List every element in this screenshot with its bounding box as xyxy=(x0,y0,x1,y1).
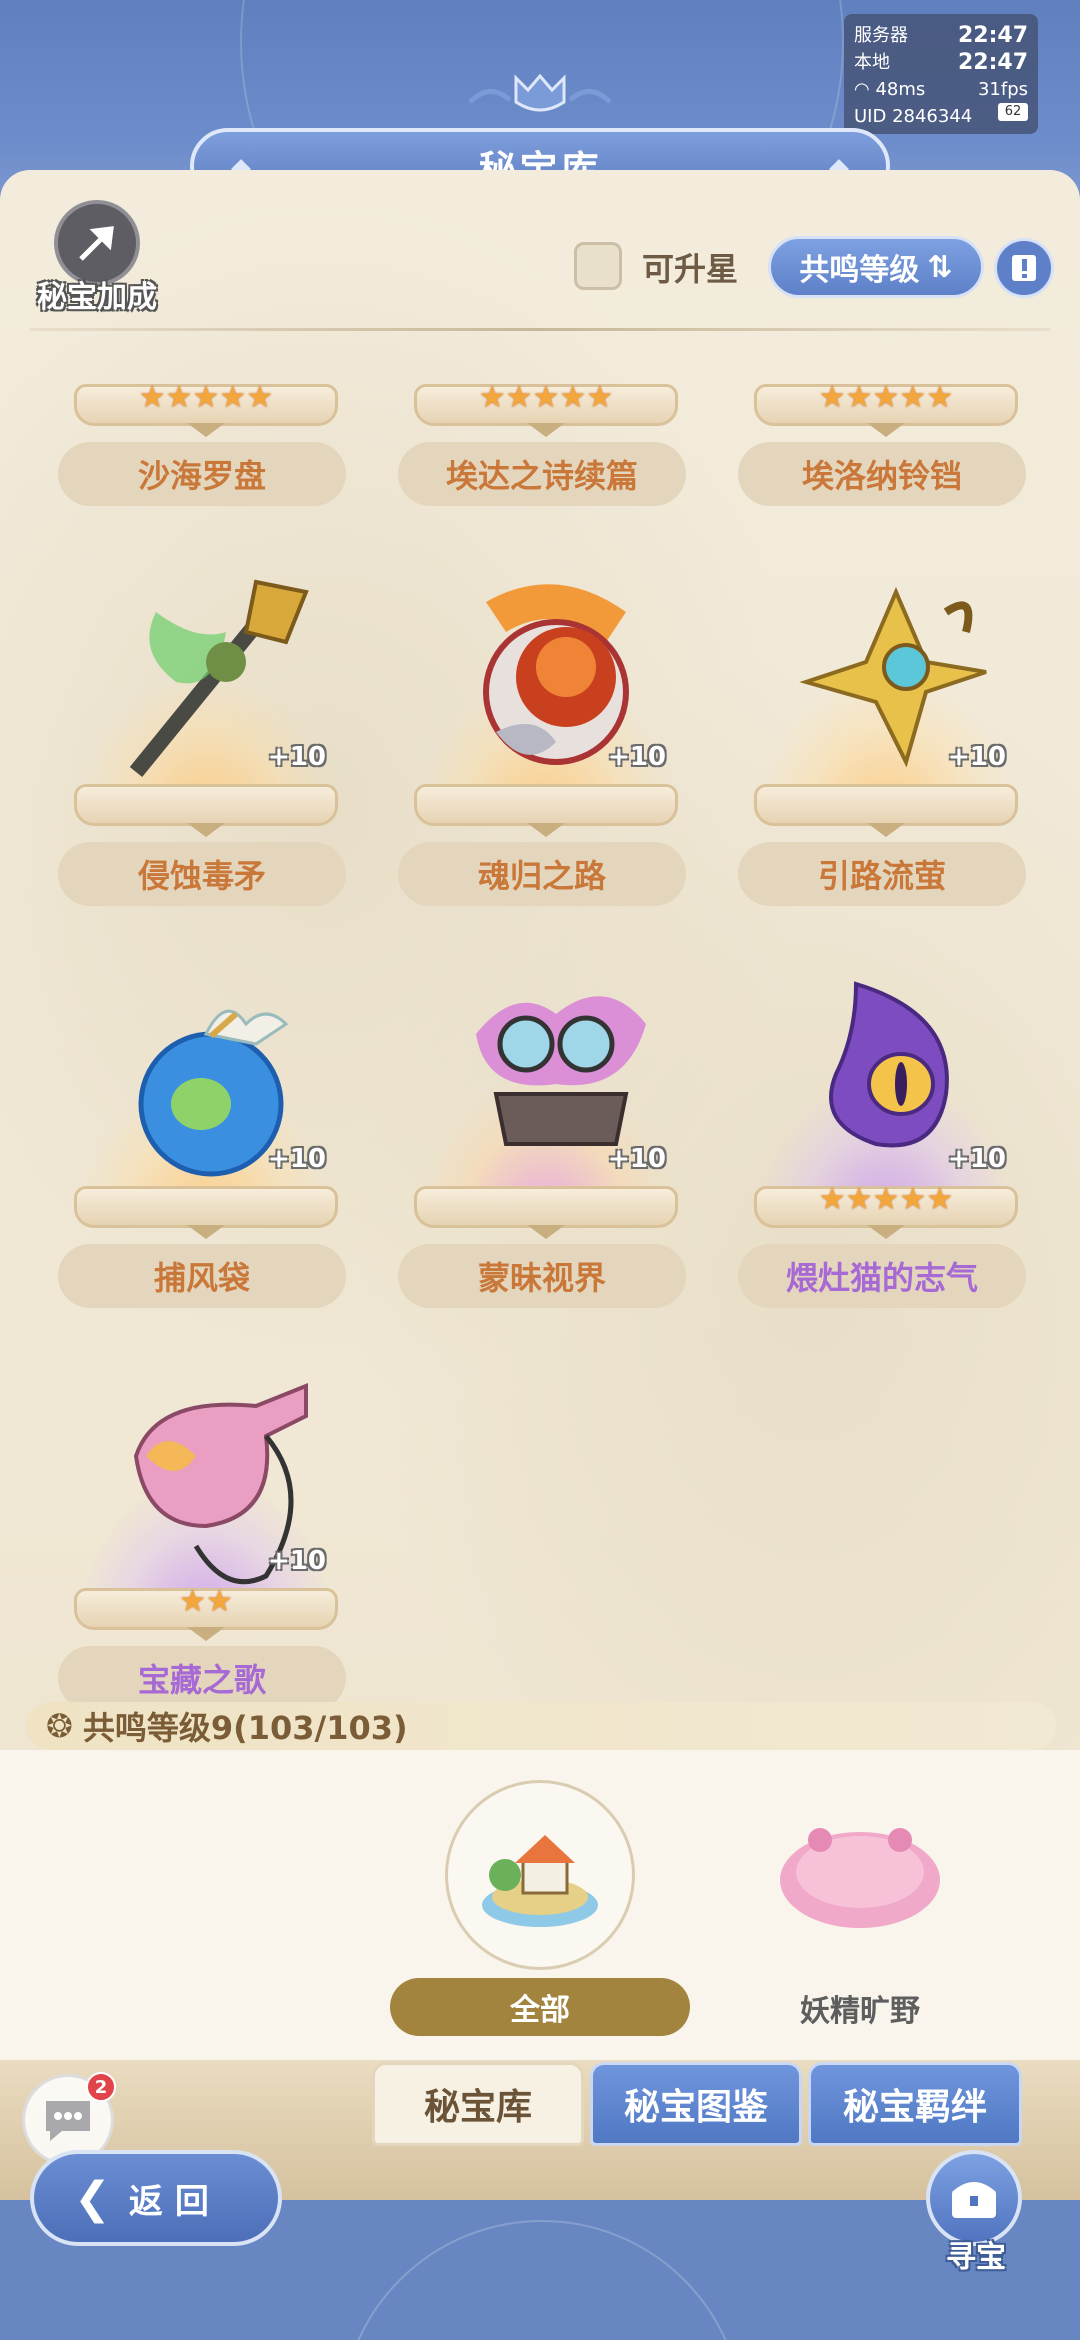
fps-value: 31fps xyxy=(977,79,1028,100)
treasure-name: 埃达之诗续篇 xyxy=(398,442,686,506)
pedestal xyxy=(414,1186,678,1228)
treasure-name: 蒙昧视界 xyxy=(398,1244,686,1308)
tab-treasure-bond[interactable]: 秘宝羁绊 xyxy=(808,2062,1022,2146)
sort-resonance-button[interactable]: 共鸣等级 ⇅ xyxy=(768,236,984,298)
resonance-icon: ❂ xyxy=(46,1707,73,1745)
divider xyxy=(30,328,1050,331)
local-label: 本地 xyxy=(854,52,890,73)
treasure-name: 宝藏之歌 xyxy=(58,1646,346,1710)
pedestal xyxy=(414,784,678,826)
chat-bubble-icon xyxy=(46,2101,90,2141)
region-fairy-label: 妖精旷野 xyxy=(800,1994,920,2029)
treasure-name: 埃洛纳铃铛 xyxy=(738,442,1026,506)
star-rating: ★★★★★ xyxy=(818,380,954,415)
fairy-island-icon xyxy=(780,1828,940,1928)
local-time: 22:47 xyxy=(957,50,1028,75)
resonance-text: 共鸣等级9(103/103) xyxy=(82,1709,408,1747)
star-rating: ★★★★★ xyxy=(138,380,274,415)
ping-value: 48ms xyxy=(875,79,926,100)
battery-icon: 62 xyxy=(998,103,1028,121)
treasure-name: 煨灶猫的志气 xyxy=(738,1244,1026,1308)
status-overlay: 服务器 22:47 本地 22:47 ◠ 48ms 31fps UID 284634… xyxy=(844,14,1038,134)
chat-unread-badge: 2 xyxy=(86,2072,116,2102)
wifi-icon: ◠ xyxy=(854,79,870,100)
region-all[interactable]: 全部 xyxy=(390,1780,690,2040)
sort-label: 共鸣等级 xyxy=(799,253,920,288)
treasure-bonus-button[interactable]: 秘宝加成 xyxy=(22,200,172,320)
pedestal xyxy=(74,1186,338,1228)
treasure-card[interactable]: ★★★★★ 沙海罗盘 xyxy=(56,332,356,522)
treasure-name: 魂归之路 xyxy=(398,842,686,906)
enhance-level: +10 xyxy=(268,1546,326,1576)
treasure-grid: ★★★★★ 沙海罗盘 ★★★★★ 埃达之诗续篇 ★★★★★ 埃洛纳铃铛 +10 … xyxy=(0,332,1080,1712)
upgradeable-checkbox[interactable] xyxy=(574,242,622,290)
server-time: 22:47 xyxy=(957,23,1028,48)
treasure-card[interactable]: +10 捕风袋 xyxy=(56,924,356,1324)
tab-treasure-library[interactable]: 秘宝库 xyxy=(372,2062,584,2146)
enhance-level: +10 xyxy=(608,742,666,772)
pedestal xyxy=(754,784,1018,826)
enhance-level: +10 xyxy=(948,1144,1006,1174)
treasure-name: 沙海罗盘 xyxy=(58,442,346,506)
treasure-card[interactable]: +10 引路流萤 xyxy=(736,522,1036,922)
treasure-name: 捕风袋 xyxy=(58,1244,346,1308)
treasure-card[interactable]: +10 侵蚀毒矛 xyxy=(56,522,356,922)
star-rating: ★★★★★ xyxy=(478,380,614,415)
treasure-card[interactable]: +10 魂归之路 xyxy=(396,522,696,922)
treasure-name: 侵蚀毒矛 xyxy=(58,842,346,906)
resonance-level-bar: ❂ 共鸣等级9(103/103) xyxy=(26,1702,1056,1750)
treasure-card[interactable]: ★★★★★ 埃洛纳铃铛 xyxy=(736,332,1036,522)
treasure-name: 引路流萤 xyxy=(738,842,1026,906)
enhance-level: +10 xyxy=(268,1144,326,1174)
back-label: 返回 xyxy=(128,2181,221,2222)
star-rating: ★★ xyxy=(179,1584,233,1619)
back-arrow-icon: ❮ xyxy=(74,2172,111,2224)
enhance-level: +10 xyxy=(268,742,326,772)
star-rating: ★★★★★ xyxy=(818,1182,954,1217)
info-icon xyxy=(1012,255,1036,281)
region-fairy-wilds[interactable]: 妖精旷野 xyxy=(760,1790,960,2029)
treasure-hunt-label: 寻宝 xyxy=(946,2240,1006,2275)
server-label: 服务器 xyxy=(854,25,908,46)
treasure-card[interactable]: ★★★★★ +10 煨灶猫的志气 xyxy=(736,924,1036,1324)
enhance-level: +10 xyxy=(608,1144,666,1174)
sort-toggle-icon: ⇅ xyxy=(927,249,953,285)
uid-value: UID 2846344 xyxy=(854,106,973,127)
pedestal xyxy=(74,784,338,826)
treasure-hunt-button[interactable]: 寻宝 xyxy=(916,2150,1036,2275)
back-button[interactable]: ❮ 返回 xyxy=(30,2150,282,2246)
tab-treasure-atlas[interactable]: 秘宝图鉴 xyxy=(590,2062,802,2146)
treasure-card[interactable]: ★★ +10 宝藏之歌 xyxy=(56,1326,356,1712)
treasure-bonus-label: 秘宝加成 xyxy=(37,280,157,315)
treasure-card[interactable]: ★★★★★ 埃达之诗续篇 xyxy=(396,332,696,522)
island-house-icon xyxy=(445,1780,635,1970)
upgradeable-label: 可升星 xyxy=(642,250,739,288)
info-button[interactable] xyxy=(994,238,1054,298)
region-all-label: 全部 xyxy=(390,1978,690,2036)
treasure-card[interactable]: +10 蒙昧视界 xyxy=(396,924,696,1324)
enhance-level: +10 xyxy=(948,742,1006,772)
cat-emblem-icon xyxy=(468,73,612,112)
